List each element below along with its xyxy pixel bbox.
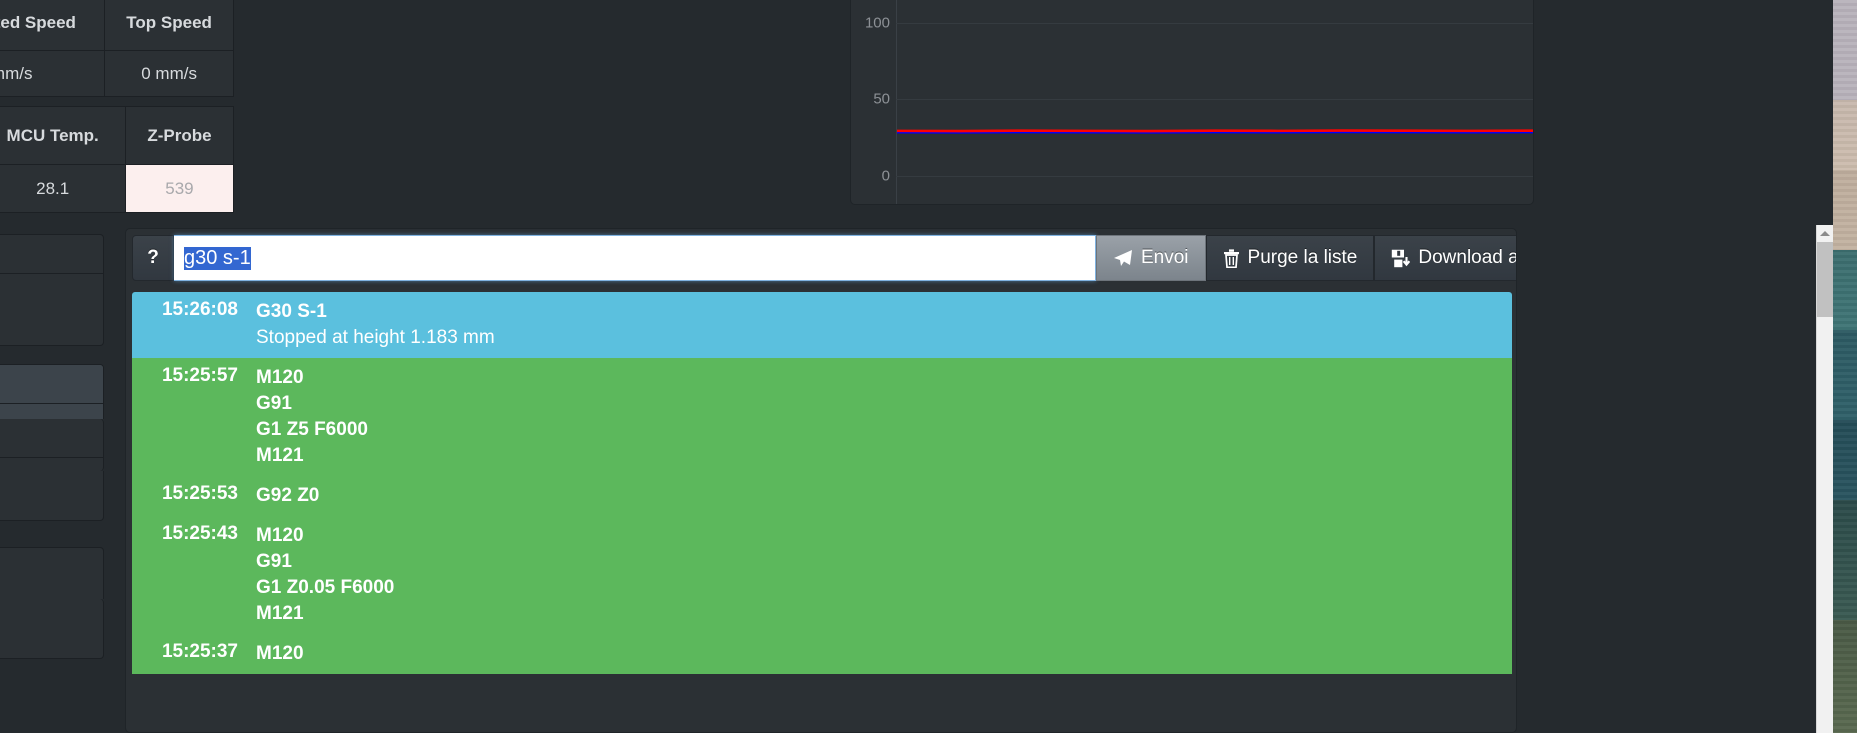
scroll-up-button[interactable]: [1817, 225, 1833, 242]
browser-viewport: Requested Speed Top Speed 0 mm/s 0 mm/s …: [0, 0, 1833, 733]
log-entry-body: M120 G91 G1 Z5 F6000 M121: [256, 365, 1512, 469]
scroll-up-arrow-icon: [1820, 231, 1830, 236]
send-button[interactable]: Envoi: [1096, 235, 1206, 281]
sidebar-panel-6-body: [0, 548, 103, 599]
log-entry-line: G91: [256, 393, 292, 414]
log-entry-body: G30 S-1 Stopped at height 1.183 mm: [256, 299, 1512, 351]
log-entry-line: M120: [256, 643, 304, 664]
temperature-chart-panel[interactable]: 050100150: [850, 0, 1534, 205]
trash-icon: [1223, 248, 1240, 268]
header-mcu-temp: MCU Temp.: [0, 106, 126, 165]
log-entry-line: Stopped at height 1.183 mm: [256, 327, 495, 348]
sidebar-panel-7[interactable]: [0, 599, 104, 659]
value-z-probe: 539: [124, 164, 235, 213]
chart-y-tick-label: 100: [864, 14, 890, 32]
log-entry-line: M121: [256, 603, 304, 624]
log-entry-line: G1 Z5 F6000: [256, 419, 368, 440]
header-requested-speed: Requested Speed: [0, 0, 106, 51]
log-entry-body: G92 Z0: [256, 483, 1512, 509]
log-entry-line: G92 Z0: [256, 485, 320, 506]
send-button-label: Envoi: [1141, 247, 1189, 268]
sidebar-panel-1[interactable]: ne: [0, 234, 104, 292]
header-z-probe: Z-Probe: [124, 106, 235, 165]
sidebar-panel-4-label: e: [0, 419, 103, 458]
log-entry-line: M121: [256, 445, 304, 466]
scrollbar-thumb[interactable]: [1817, 242, 1833, 317]
log-entry[interactable]: 15:26:08 G30 S-1 Stopped at height 1.183 m…: [132, 292, 1512, 358]
purge-list-button[interactable]: Purge la liste: [1205, 235, 1375, 281]
value-requested-speed: 0 mm/s: [0, 50, 106, 97]
log-entry-line: G30 S-1: [256, 301, 327, 322]
log-entry-body: M120: [256, 641, 1512, 667]
sidebar-panel-2[interactable]: [0, 292, 104, 346]
save-download-icon: [1391, 249, 1411, 268]
log-entry[interactable]: 15:25:43 M120 G91 G1 Z0.05 F6000 M121: [132, 516, 1512, 634]
table-row: Requested Speed Top Speed: [0, 0, 234, 51]
console-log-list[interactable]: 15:26:08 G30 S-1 Stopped at height 1.183 m…: [132, 292, 1512, 732]
log-entry-time: 15:25:43: [161, 523, 238, 544]
table-row: Vin MCU Temp. Z-Probe: [0, 106, 235, 165]
log-entry-time: 15:25:37: [161, 641, 238, 662]
sidebar-panel-7-body: [0, 599, 103, 653]
download-as-button-label: Download as: [1418, 247, 1516, 268]
help-button[interactable]: ?: [132, 235, 174, 281]
sidebar-panel-3-label: le: [0, 365, 103, 404]
chart-plot-area: 050100150: [851, 0, 1533, 204]
value-mcu-temp: 28.1: [0, 164, 126, 213]
console-card: ? Envoi: [125, 228, 1517, 733]
chart-series-svg: [897, 0, 1533, 204]
sidebar-panel-3[interactable]: le: [0, 364, 104, 419]
table-row: 0 mm/s 0 mm/s: [0, 50, 234, 97]
log-entry-body: M120 G91 G1 Z0.05 F6000 M121: [256, 523, 1512, 627]
sidebar-panel-2-body: [0, 292, 103, 345]
download-as-button[interactable]: Download as: [1374, 235, 1516, 281]
log-entry-time: 15:25:53: [161, 483, 238, 504]
log-entry-line: M120: [256, 525, 304, 546]
header-top-speed: Top Speed: [104, 0, 234, 51]
log-entry[interactable]: 15:25:53 G92 Z0: [132, 476, 1512, 516]
chart-series-area: [897, 0, 1533, 204]
printer-status-table: Requested Speed Top Speed 0 mm/s 0 mm/s: [0, 0, 234, 97]
log-entry[interactable]: 15:25:57 M120 G91 G1 Z5 F6000 M121: [132, 358, 1512, 476]
sidebar-panel-5-body: [0, 471, 103, 520]
purge-list-button-label: Purge la liste: [1247, 247, 1358, 268]
value-top-speed: 0 mm/s: [104, 50, 234, 97]
chart-y-tick-label: 50: [873, 90, 890, 108]
command-row: ? Envoi: [132, 235, 1516, 281]
chart-y-tick-label: 0: [881, 167, 890, 185]
log-entry-line: G1 Z0.05 F6000: [256, 577, 395, 598]
sidebar-panel-1-label: ne: [0, 235, 103, 274]
desktop-wallpaper: [1833, 0, 1857, 733]
log-entry-time: 15:26:08: [161, 299, 238, 320]
log-entry[interactable]: 15:25:37 M120: [132, 634, 1512, 674]
paper-plane-icon: [1113, 249, 1133, 267]
log-entry-line: G91: [256, 551, 292, 572]
page-scrollbar[interactable]: [1816, 225, 1833, 733]
log-entry-time: 15:25:57: [161, 365, 238, 386]
table-row: 3.9 V 28.1 539: [0, 164, 235, 213]
sidebar-panel-6[interactable]: [0, 547, 104, 599]
help-button-label: ?: [147, 247, 159, 268]
log-entry-line: M120: [256, 367, 304, 388]
sidebar-panel-4[interactable]: e: [0, 419, 104, 471]
sidebar-panel-5[interactable]: [0, 471, 104, 521]
command-input[interactable]: [174, 235, 1096, 281]
printer-status-table-secondary: Vin MCU Temp. Z-Probe 3.9 V 28.1 539: [0, 106, 235, 213]
